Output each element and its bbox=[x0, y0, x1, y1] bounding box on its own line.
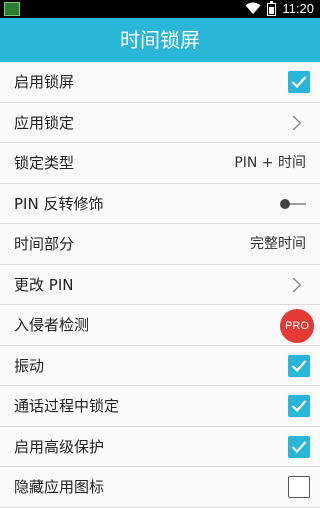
setting-pin-reverse[interactable]: PIN 反转修饰 bbox=[0, 183, 320, 224]
page-title: 时间锁屏 bbox=[0, 18, 320, 62]
time-part-value: 完整时间 bbox=[250, 236, 306, 252]
setting-enable-lockscreen[interactable]: 启用锁屏 bbox=[0, 62, 320, 103]
setting-time-part[interactable]: 时间部分 完整时间 bbox=[0, 224, 320, 265]
setting-lock-type[interactable]: 锁定类型 PIN + 时间 bbox=[0, 143, 320, 184]
checkmark-icon bbox=[291, 400, 307, 413]
setting-label: 启用高级保护 bbox=[14, 437, 105, 456]
setting-label: 应用锁定 bbox=[14, 113, 75, 132]
setting-advanced-protection[interactable]: 启用高级保护 bbox=[0, 426, 320, 467]
battery-icon bbox=[267, 0, 277, 16]
app-notification-icon bbox=[4, 2, 20, 16]
setting-label: 锁定类型 bbox=[14, 154, 75, 172]
setting-label: 启用锁屏 bbox=[14, 73, 75, 91]
hide-app-icon-checkbox[interactable] bbox=[288, 476, 310, 498]
setting-change-pin[interactable]: 更改 PIN bbox=[0, 264, 320, 305]
settings-list: 启用锁屏 应用锁定 锁定类型 PIN + 时间 PIN 反转修饰 时间部分 完整… bbox=[0, 62, 320, 508]
checkmark-icon bbox=[291, 440, 307, 453]
checkmark-icon bbox=[291, 76, 307, 89]
setting-lock-during-call[interactable]: 通话过程中锁定 bbox=[0, 386, 320, 427]
checkmark-icon bbox=[291, 359, 307, 372]
lock-during-call-checkbox[interactable] bbox=[288, 395, 310, 417]
setting-label: 通话过程中锁定 bbox=[14, 397, 120, 415]
setting-label: 入侵者检测 bbox=[14, 316, 90, 334]
chevron-right-icon bbox=[292, 276, 302, 297]
setting-label: 振动 bbox=[14, 356, 45, 375]
advanced-protection-checkbox[interactable] bbox=[288, 435, 310, 458]
status-time: 11:20 bbox=[282, 1, 314, 16]
setting-label: 时间部分 bbox=[14, 235, 75, 253]
setting-app-lock[interactable]: 应用锁定 bbox=[0, 102, 320, 143]
setting-vibration[interactable]: 振动 bbox=[0, 345, 320, 386]
setting-label: PIN 反转修饰 bbox=[14, 194, 104, 213]
lock-type-value: PIN + 时间 bbox=[234, 155, 306, 171]
wifi-icon bbox=[245, 0, 261, 19]
setting-intruder-detection[interactable]: 入侵者检测 PRO bbox=[0, 305, 320, 346]
chevron-right-icon bbox=[292, 114, 302, 135]
status-bar: 11:20 bbox=[0, 0, 320, 18]
pro-badge[interactable]: PRO bbox=[280, 309, 314, 343]
pin-reverse-toggle[interactable] bbox=[280, 198, 306, 209]
toggle-knob bbox=[280, 198, 290, 209]
setting-label: 隐藏应用图标 bbox=[14, 478, 105, 496]
setting-hide-app-icon[interactable]: 隐藏应用图标 bbox=[0, 467, 320, 508]
enable-lockscreen-checkbox[interactable] bbox=[288, 71, 310, 93]
setting-label: 更改 PIN bbox=[14, 275, 74, 294]
vibration-checkbox[interactable] bbox=[288, 354, 310, 377]
